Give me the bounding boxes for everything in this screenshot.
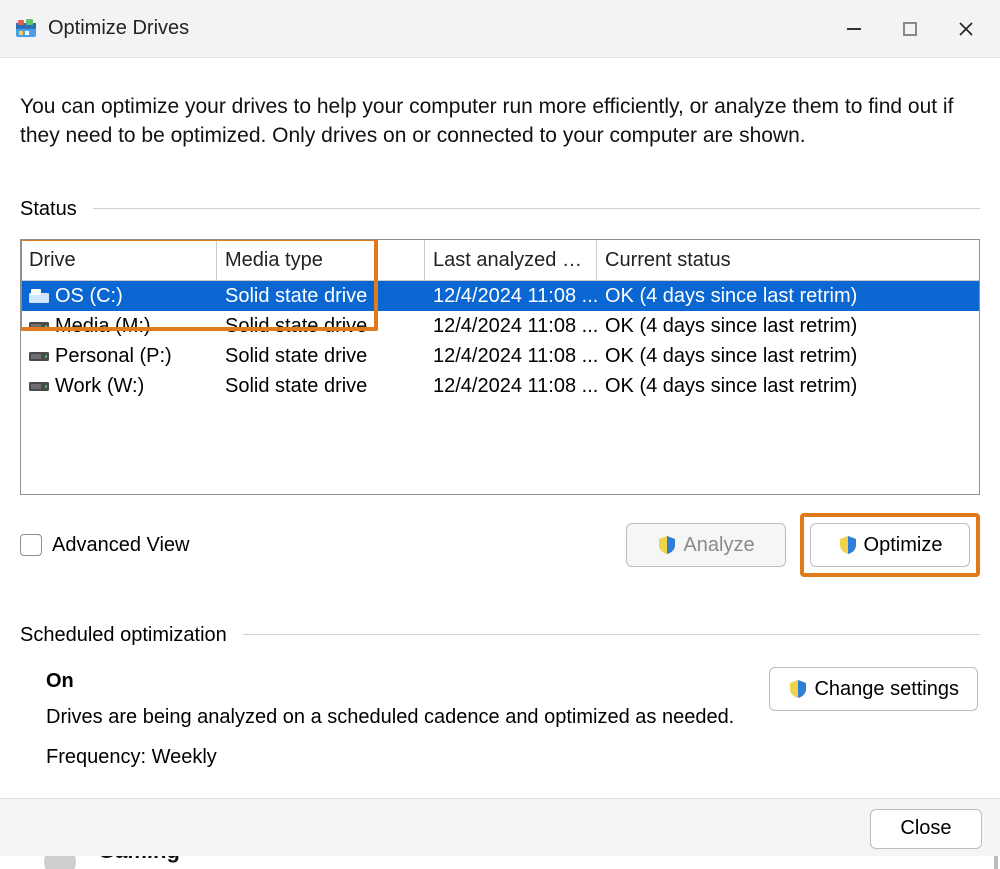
status-label: Status: [20, 195, 77, 223]
windows-drive-icon: [29, 289, 49, 303]
close-window-button[interactable]: [938, 9, 994, 49]
drive-row[interactable]: Personal (P:) Solid state drive12/4/2024 …: [21, 341, 979, 371]
col-status[interactable]: Current status: [597, 240, 979, 280]
status-cell: OK (4 days since last retrim): [597, 281, 979, 312]
optimize-button[interactable]: Optimize: [810, 523, 970, 567]
drive-name: Work (W:): [55, 372, 144, 400]
media-type-cell: Solid state drive: [217, 370, 425, 402]
uac-shield-icon: [788, 679, 808, 699]
window-title: Optimize Drives: [48, 17, 826, 40]
media-type-cell: Solid state drive: [217, 310, 425, 342]
minimize-button[interactable]: [826, 9, 882, 49]
drive-name: Personal (P:): [55, 342, 172, 370]
media-type-cell: Solid state drive: [217, 340, 425, 372]
uac-shield-icon: [657, 535, 677, 555]
drive-name-cell: Media (M:): [21, 310, 217, 342]
scheduled-description: Drives are being analyzed on a scheduled…: [46, 703, 769, 731]
last-analyzed-cell: 12/4/2024 11:08 ...: [425, 340, 597, 372]
status-cell: OK (4 days since last retrim): [597, 310, 979, 342]
status-section-header: Status: [20, 195, 980, 223]
highlight-box-optimize: Optimize: [800, 513, 980, 577]
hdd-icon: [29, 349, 49, 363]
advanced-view-checkbox[interactable]: Advanced View: [20, 531, 190, 559]
scrollbar-thumb[interactable]: [994, 856, 998, 869]
col-last[interactable]: Last analyzed or ...: [425, 240, 597, 280]
divider: [93, 208, 980, 209]
drive-name-cell: Personal (P:): [21, 340, 217, 372]
media-type-cell: Solid state drive: [217, 281, 425, 312]
maximize-button[interactable]: [882, 9, 938, 49]
hdd-icon: [29, 379, 49, 393]
change-settings-label: Change settings: [814, 675, 959, 703]
hdd-icon: [29, 319, 49, 333]
advanced-view-label: Advanced View: [52, 531, 190, 559]
optimize-label: Optimize: [864, 531, 943, 559]
status-cell: OK (4 days since last retrim): [597, 370, 979, 402]
last-analyzed-cell: 12/4/2024 11:08 ...: [425, 370, 597, 402]
analyze-button[interactable]: Analyze: [626, 523, 786, 567]
drive-row[interactable]: OS (C:) Solid state drive12/4/2024 11:08 …: [21, 281, 979, 311]
scheduled-section: Scheduled optimization On Drives are bei…: [20, 621, 980, 771]
last-analyzed-cell: 12/4/2024 11:08 ...: [425, 310, 597, 342]
drive-name-cell: Work (W:): [21, 370, 217, 402]
close-button[interactable]: Close: [870, 809, 982, 849]
drive-row[interactable]: Work (W:) Solid state drive12/4/2024 11:0…: [21, 371, 979, 401]
status-cell: OK (4 days since last retrim): [597, 340, 979, 372]
defrag-icon: [14, 17, 38, 41]
close-label: Close: [900, 817, 951, 840]
uac-shield-icon: [838, 535, 858, 555]
content-area: You can optimize your drives to help you…: [0, 58, 1000, 771]
drive-name-cell: OS (C:): [21, 281, 217, 312]
dialog-bottom-bar: Close: [0, 798, 1000, 858]
change-settings-button[interactable]: Change settings: [769, 667, 978, 711]
nav-icon-fragment: [44, 856, 76, 869]
col-media[interactable]: Media type: [217, 240, 425, 280]
drives-list[interactable]: Drive Media type Last analyzed or ... Cu…: [20, 239, 980, 495]
titlebar: Optimize Drives: [0, 0, 1000, 58]
analyze-label: Analyze: [683, 531, 754, 559]
drive-name: Media (M:): [55, 312, 151, 340]
drive-name: OS (C:): [55, 282, 123, 310]
checkbox-box[interactable]: [20, 534, 42, 556]
last-analyzed-cell: 12/4/2024 11:08 ...: [425, 281, 597, 312]
nav-label-fragment: Gaming: [98, 856, 180, 864]
col-drive[interactable]: Drive: [21, 240, 217, 280]
intro-text: You can optimize your drives to help you…: [20, 92, 980, 151]
drive-row[interactable]: Media (M:) Solid state drive12/4/2024 11:…: [21, 311, 979, 341]
scheduled-frequency: Frequency: Weekly: [46, 743, 769, 771]
scheduled-label: Scheduled optimization: [20, 621, 227, 649]
background-window-sliver: Gaming: [0, 856, 1000, 869]
drives-header-row: Drive Media type Last analyzed or ... Cu…: [21, 240, 979, 281]
divider: [243, 634, 980, 635]
scheduled-state: On: [46, 667, 769, 695]
below-table-row: Advanced View Analyze Optimize: [20, 513, 980, 577]
